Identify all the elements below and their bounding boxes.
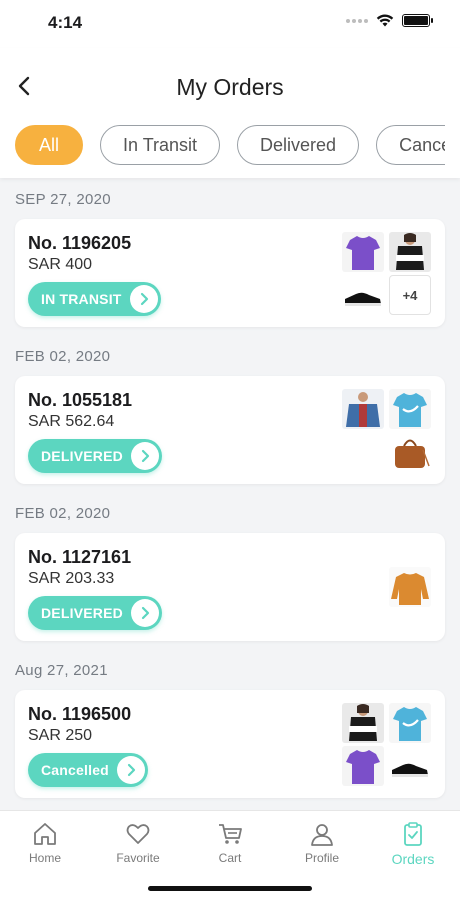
- chevron-right-icon: [130, 442, 159, 470]
- order-status-label: IN TRANSIT: [41, 291, 122, 307]
- status-bar: 4:14: [0, 0, 460, 48]
- nav-label: Cart: [218, 851, 242, 865]
- nav-item-orders[interactable]: Orders: [378, 821, 448, 867]
- order-card[interactable]: No. 1196205 SAR 400 IN TRANSIT +4: [15, 219, 445, 327]
- order-status-button[interactable]: DELIVERED: [28, 596, 162, 630]
- nav-label: Profile: [304, 851, 339, 865]
- nav-label: Home: [28, 851, 61, 865]
- order-status-button[interactable]: DELIVERED: [28, 439, 162, 473]
- tab-delivered[interactable]: Delivered: [237, 125, 360, 165]
- order-status-button[interactable]: Cancelled: [28, 753, 148, 787]
- product-thumbnail: [342, 275, 384, 315]
- order-card[interactable]: No. 1127161 SAR 203.33 DELIVERED: [15, 533, 445, 641]
- nav-item-favorite[interactable]: Favorite: [103, 821, 173, 865]
- order-number: No. 1127161: [28, 547, 132, 567]
- orders-icon: [400, 821, 426, 847]
- page-title: My Orders: [176, 74, 284, 100]
- chevron-right-icon: [116, 756, 145, 784]
- status-time: 4:14: [48, 13, 83, 32]
- heart-icon: [125, 821, 151, 847]
- order-status-label: DELIVERED: [41, 605, 123, 621]
- order-card[interactable]: No. 1055181 SAR 562.64 DELIVERED: [15, 376, 445, 484]
- home-icon: [32, 821, 58, 847]
- order-price: SAR 250: [28, 727, 93, 744]
- product-thumbnail: [389, 703, 431, 743]
- product-thumbnail: [389, 232, 431, 272]
- order-date: FEB 02, 2020: [15, 348, 111, 365]
- bottom-nav: Home Favorite Cart Profile Orders: [0, 810, 460, 900]
- order-date: FEB 02, 2020: [15, 505, 111, 522]
- orders-list: SEP 27, 2020 No. 1196205 SAR 400 IN TRANSIT…: [0, 178, 460, 810]
- order-date: SEP 27, 2020: [15, 191, 111, 208]
- order-number: No. 1196205: [28, 233, 132, 253]
- cart-icon: [217, 821, 243, 847]
- order-status-label: DELIVERED: [41, 448, 123, 464]
- product-thumbnail: [389, 746, 431, 786]
- product-thumbnail: [389, 567, 431, 607]
- wifi-icon: [376, 14, 394, 27]
- product-thumbnail: [342, 703, 384, 743]
- order-status-label: Cancelled: [41, 762, 109, 778]
- product-thumbnail: [389, 432, 431, 472]
- product-thumbnail: [342, 232, 384, 272]
- tab-in-transit[interactable]: In Transit: [100, 125, 221, 165]
- signal-icon: [346, 18, 368, 23]
- order-number: No. 1055181: [28, 390, 133, 410]
- more-items-count: +4: [389, 275, 431, 315]
- nav-label: Orders: [391, 851, 435, 867]
- order-price: SAR 400: [28, 256, 93, 273]
- profile-icon: [309, 821, 335, 847]
- home-indicator: [148, 886, 312, 891]
- nav-label: Favorite: [116, 851, 160, 865]
- order-status-button[interactable]: IN TRANSIT: [28, 282, 161, 316]
- product-thumbnail: [342, 746, 384, 786]
- order-date: Aug 27, 2021: [15, 662, 108, 679]
- nav-item-profile[interactable]: Profile: [287, 821, 357, 865]
- order-price: SAR 203.33: [28, 570, 115, 587]
- product-thumbnail: [389, 389, 431, 429]
- nav-item-cart[interactable]: Cart: [195, 821, 265, 865]
- order-number: No. 1196500: [28, 704, 132, 724]
- battery-icon: [402, 14, 433, 27]
- header: My Orders All In Transit Delivered Cancelle…: [0, 48, 460, 178]
- chevron-right-icon: [130, 599, 159, 627]
- tab-all[interactable]: All: [15, 125, 83, 165]
- product-thumbnail: [342, 389, 384, 429]
- filter-tabs: All In Transit Delivered Cancelled: [15, 125, 445, 165]
- order-card[interactable]: No. 1196500 SAR 250 Cancelled: [15, 690, 445, 798]
- tab-cancelled[interactable]: Cancelled: [376, 125, 445, 165]
- status-icons: [346, 14, 433, 27]
- chevron-right-icon: [129, 285, 158, 313]
- order-price: SAR 562.64: [28, 413, 115, 430]
- nav-item-home[interactable]: Home: [10, 821, 80, 865]
